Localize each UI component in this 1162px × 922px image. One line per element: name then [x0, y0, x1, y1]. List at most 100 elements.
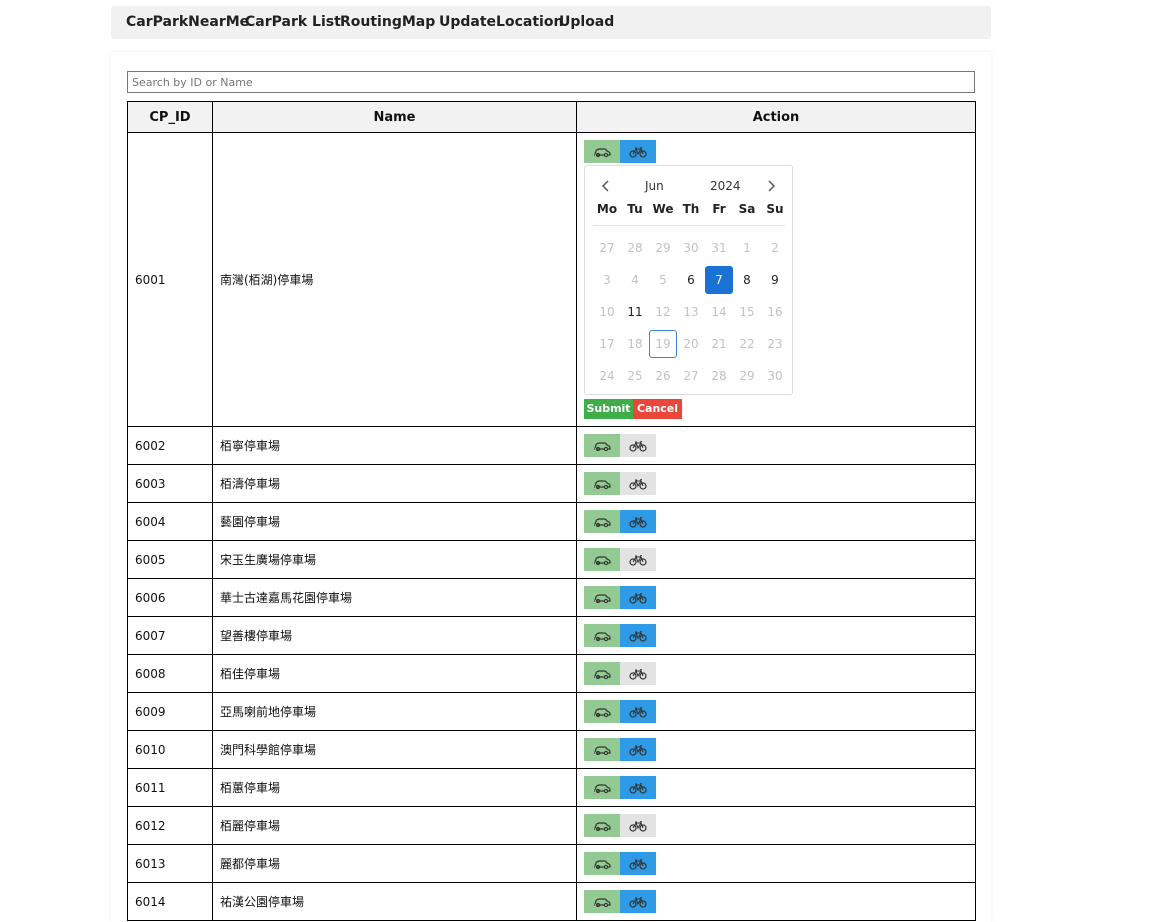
calendar-day-number: 16 — [767, 305, 783, 319]
header-cp-id[interactable]: CP_ID — [127, 101, 213, 133]
calendar-day-number: 30 — [767, 369, 783, 383]
vehicle-toggle-group — [584, 814, 656, 837]
car-toggle-button[interactable] — [584, 140, 620, 163]
car-toggle-button[interactable] — [584, 662, 620, 685]
bike-toggle-button[interactable] — [620, 814, 656, 837]
bike-toggle-button[interactable] — [620, 662, 656, 685]
weekday-label: Mo — [596, 202, 618, 216]
bike-toggle-button[interactable] — [620, 510, 656, 533]
calendar-day[interactable]: 28 — [705, 360, 733, 392]
car-toggle-button[interactable] — [584, 434, 620, 457]
submit-button[interactable]: Submit — [584, 399, 633, 419]
cancel-button[interactable]: Cancel — [633, 399, 682, 419]
calendar-day[interactable]: 31 — [705, 232, 733, 264]
table-row: 6007 望善樓停車場 — [127, 616, 976, 655]
calendar-day-number: 21 — [711, 337, 727, 351]
calendar-day[interactable]: 4 — [621, 264, 649, 296]
calendar-day[interactable]: 17 — [593, 328, 621, 360]
calendar-prev-button[interactable] — [598, 176, 614, 196]
calendar-day[interactable]: 5 — [649, 264, 677, 296]
calendar-day[interactable]: 1 — [733, 232, 761, 264]
bike-toggle-button[interactable] — [620, 776, 656, 799]
table-row: 6012 栢麗停車場 — [127, 806, 976, 845]
header-name[interactable]: Name — [212, 101, 577, 133]
calendar-day[interactable]: 26 — [649, 360, 677, 392]
calendar-day[interactable]: 15 — [733, 296, 761, 328]
calendar-day[interactable]: 8 — [733, 264, 761, 296]
calendar-month[interactable]: Jun — [645, 179, 664, 193]
calendar-day[interactable]: 30 — [761, 360, 789, 392]
calendar-day-number: 20 — [683, 337, 699, 351]
calendar-day[interactable]: 20 — [677, 328, 705, 360]
weekday-label: Sa — [738, 202, 756, 216]
bike-toggle-button[interactable] — [620, 890, 656, 913]
car-toggle-button[interactable] — [584, 510, 620, 533]
nav-routingmap[interactable]: RoutingMap — [340, 6, 435, 39]
bike-toggle-button[interactable] — [620, 586, 656, 609]
vehicle-toggle-group — [584, 434, 656, 457]
cp-id-cell: 6007 — [127, 616, 213, 655]
calendar-day[interactable]: 27 — [593, 232, 621, 264]
car-toggle-button[interactable] — [584, 890, 620, 913]
bike-toggle-button[interactable] — [620, 434, 656, 457]
bike-toggle-button[interactable] — [620, 624, 656, 647]
calendar-day[interactable]: 23 — [761, 328, 789, 360]
calendar-day[interactable]: 10 — [593, 296, 621, 328]
calendar-day-selected[interactable]: 7 — [705, 264, 733, 296]
nav-carparknearme[interactable]: CarParkNearMe — [126, 6, 249, 39]
calendar-day[interactable]: 21 — [705, 328, 733, 360]
calendar-day-number: 31 — [711, 241, 727, 255]
car-toggle-button[interactable] — [584, 700, 620, 723]
calendar-day-today[interactable]: 19 — [649, 328, 677, 360]
calendar-day-number: 2 — [771, 241, 779, 255]
nav-upload[interactable]: Upload — [559, 6, 614, 39]
calendar-day[interactable]: 27 — [677, 360, 705, 392]
car-toggle-button[interactable] — [584, 548, 620, 571]
calendar-day[interactable]: 28 — [621, 232, 649, 264]
calendar-day[interactable]: 30 — [677, 232, 705, 264]
nav-updatelocation[interactable]: UpdateLocation — [439, 6, 563, 39]
calendar-day[interactable]: 14 — [705, 296, 733, 328]
calendar-day[interactable]: 2 — [761, 232, 789, 264]
calendar-day[interactable]: 9 — [761, 264, 789, 296]
calendar-next-button[interactable] — [763, 176, 779, 196]
cp-id-cell: 6002 — [127, 426, 213, 465]
calendar-day[interactable]: 29 — [649, 232, 677, 264]
search-input[interactable] — [127, 71, 975, 93]
car-toggle-button[interactable] — [584, 624, 620, 647]
header-action: Action — [576, 101, 976, 133]
calendar-day-number: 29 — [739, 369, 755, 383]
car-toggle-button[interactable] — [584, 852, 620, 875]
bike-toggle-button[interactable] — [620, 472, 656, 495]
nav-carpark-list[interactable]: CarPark List — [245, 6, 341, 39]
bike-toggle-button[interactable] — [620, 738, 656, 761]
calendar-day[interactable]: 12 — [649, 296, 677, 328]
calendar-day[interactable]: 25 — [621, 360, 649, 392]
calendar-day[interactable]: 3 — [593, 264, 621, 296]
bike-toggle-button[interactable] — [620, 852, 656, 875]
car-icon — [594, 897, 611, 907]
car-toggle-button[interactable] — [584, 586, 620, 609]
bicycle-icon — [629, 706, 647, 718]
weekday-label: Su — [766, 202, 784, 216]
calendar-day[interactable]: 24 — [593, 360, 621, 392]
calendar-year[interactable]: 2024 — [710, 179, 741, 193]
calendar-day[interactable]: 29 — [733, 360, 761, 392]
date-picker: Jun 2024 Mo Tu We Th Fr Sa Su 27 28 29 30 31 1 2 3 4 5 6… — [584, 165, 793, 395]
car-toggle-button[interactable] — [584, 738, 620, 761]
bicycle-icon — [629, 440, 647, 452]
cp-name-cell: 華士古達嘉馬花園停車場 — [212, 578, 577, 617]
bike-toggle-button[interactable] — [620, 700, 656, 723]
calendar-day[interactable]: 11 — [621, 296, 649, 328]
calendar-day[interactable]: 22 — [733, 328, 761, 360]
car-toggle-button[interactable] — [584, 814, 620, 837]
calendar-day[interactable]: 6 — [677, 264, 705, 296]
bike-toggle-button[interactable] — [620, 140, 656, 163]
car-toggle-button[interactable] — [584, 472, 620, 495]
car-toggle-button[interactable] — [584, 776, 620, 799]
calendar-day[interactable]: 13 — [677, 296, 705, 328]
calendar-day[interactable]: 16 — [761, 296, 789, 328]
table-row: 6001 南灣(栢湖)停車場 Jun 2024 Mo Tu We Th Fr S… — [127, 132, 976, 427]
calendar-day[interactable]: 18 — [621, 328, 649, 360]
bike-toggle-button[interactable] — [620, 548, 656, 571]
